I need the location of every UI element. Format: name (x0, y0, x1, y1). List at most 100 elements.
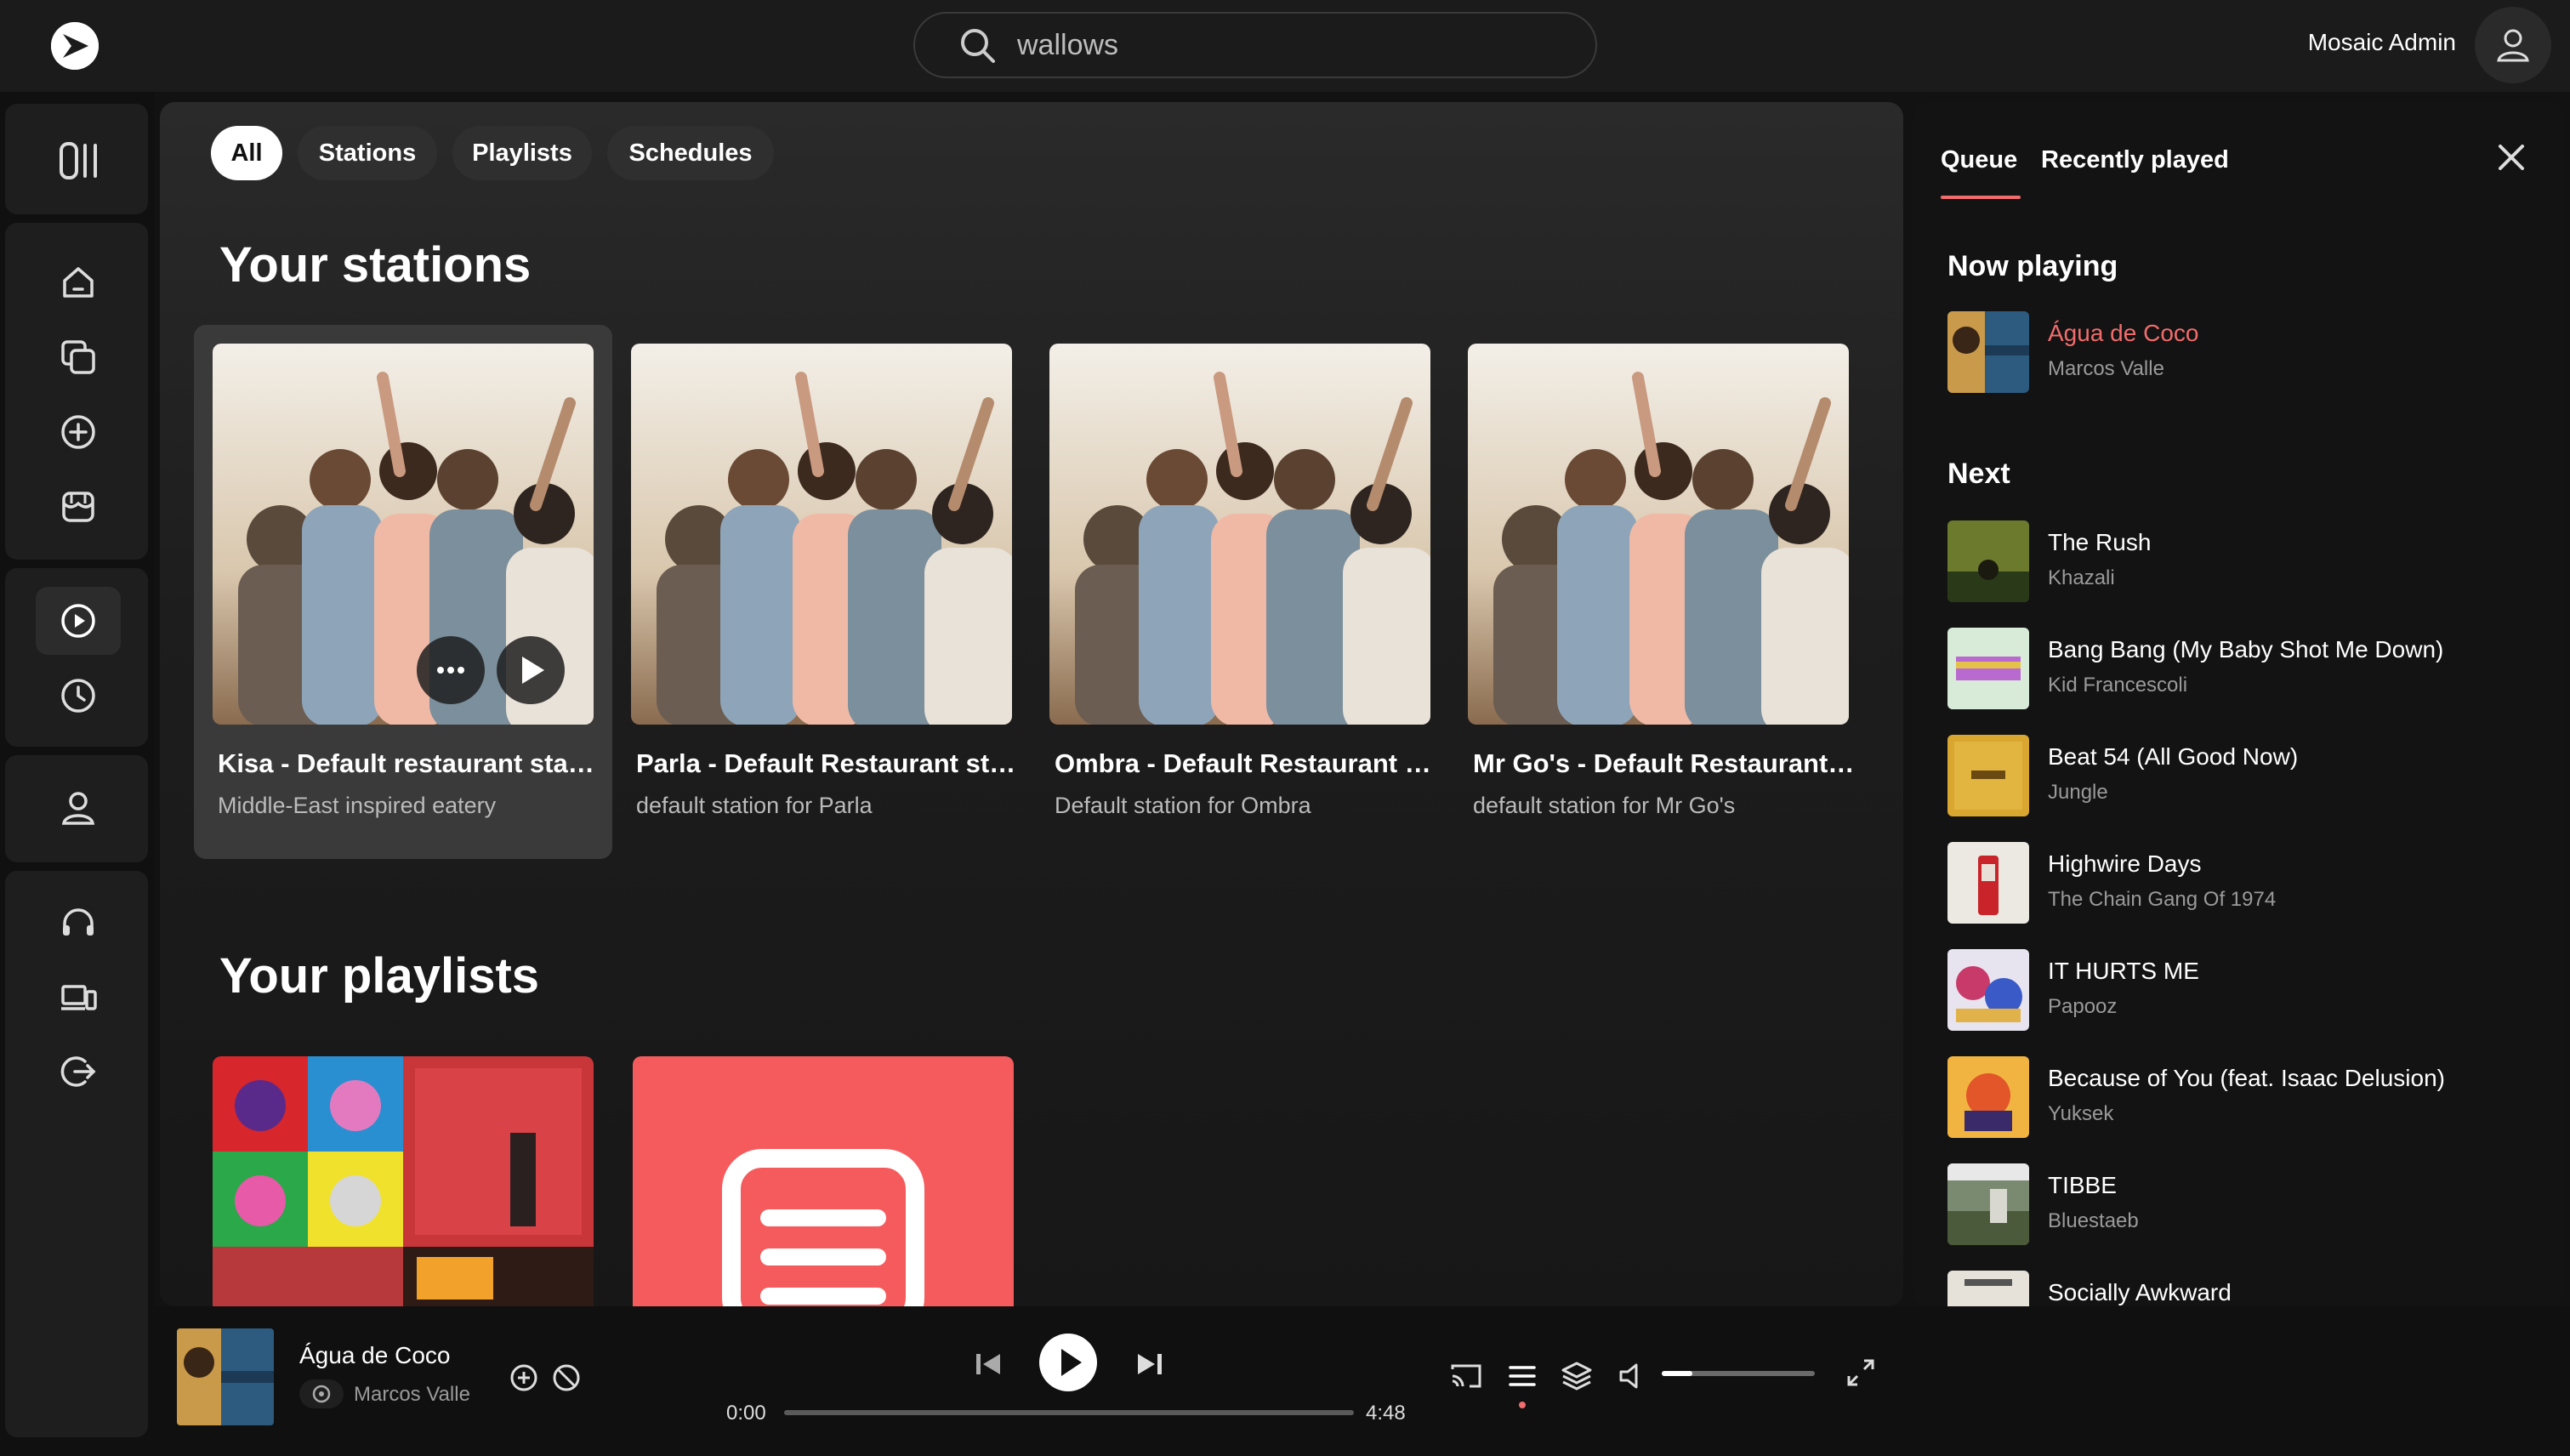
search-bar[interactable]: wallows (913, 12, 1597, 78)
previous-track-icon[interactable] (971, 1347, 1005, 1381)
sidebar-item-collections[interactable] (36, 323, 121, 391)
now-playing-item[interactable]: Água de Coco Marcos Valle (1947, 311, 2543, 395)
user-avatar-button[interactable] (2475, 7, 2551, 83)
playlist-card[interactable] (633, 1056, 1014, 1306)
cast-icon[interactable] (1449, 1359, 1483, 1393)
app-logo-icon[interactable] (51, 22, 99, 70)
station-description: Default station for Ombra (1055, 793, 1311, 818)
queue-item[interactable]: Highwire Days The Chain Gang Of 1974 (1947, 842, 2543, 925)
stations-section-title: Your stations (219, 237, 532, 293)
expand-icon[interactable] (1844, 1356, 1878, 1390)
block-icon[interactable] (551, 1362, 582, 1393)
player-bar: Água de Coco Marcos Valle 0:00 4:48 (155, 1306, 2570, 1456)
sidebar-group-account (5, 755, 148, 862)
tab-queue[interactable]: Queue (1941, 146, 2017, 174)
album-art (1947, 842, 2029, 924)
queue-item[interactable]: Because of You (feat. Isaac Delusion) Yu… (1947, 1056, 2543, 1140)
track-title: Socially Awkward (2048, 1279, 2232, 1305)
progress-bar[interactable] (784, 1410, 1354, 1415)
filter-chip-playlists[interactable]: Playlists (452, 126, 592, 180)
track-title: The Rush (2048, 529, 2152, 555)
play-pause-button[interactable] (1039, 1334, 1097, 1391)
search-input[interactable]: wallows (1017, 29, 1118, 62)
album-art (1947, 949, 2029, 1031)
station-play-button[interactable] (497, 636, 565, 704)
user-name: Mosaic Admin (2307, 29, 2456, 55)
player-track-title[interactable]: Água de Coco (299, 1342, 450, 1369)
sidebar-item-library[interactable] (36, 125, 121, 193)
top-bar: wallows Mosaic Admin (0, 0, 2570, 92)
search-icon (961, 29, 995, 63)
add-circle-icon (61, 415, 95, 449)
station-image (1049, 344, 1430, 725)
track-title: TIBBE (2048, 1172, 2117, 1198)
sidebar-item-history[interactable] (36, 662, 121, 730)
devices-icon (61, 985, 97, 1010)
now-playing-album-art[interactable] (177, 1328, 274, 1425)
track-artist: Marcos Valle (2048, 357, 2164, 380)
sidebar-item-now-playing[interactable] (36, 587, 121, 655)
library-icon (60, 142, 97, 179)
station-card[interactable]: Ombra - Default Restaurant station Defau… (1031, 325, 1449, 859)
station-card[interactable]: Kisa - Default restaurant station Middle… (194, 325, 612, 859)
volume-icon[interactable] (1616, 1359, 1650, 1393)
track-title: Highwire Days (2048, 850, 2202, 877)
album-art (1947, 1056, 2029, 1138)
station-name: Kisa - Default restaurant station (218, 748, 600, 778)
queue-item[interactable]: Beat 54 (All Good Now) Jungle (1947, 735, 2543, 818)
album-art (1947, 628, 2029, 709)
sidebar-item-add[interactable] (36, 398, 121, 466)
station-card[interactable]: Parla - Default Restaurant station defau… (612, 325, 1031, 859)
queue-icon[interactable] (1505, 1359, 1539, 1393)
playlist-card[interactable] (213, 1056, 594, 1306)
sidebar-item-devices[interactable] (36, 964, 121, 1032)
logout-icon (60, 1056, 96, 1087)
player-artist-name: Marcos Valle (354, 1383, 470, 1406)
more-options-icon (437, 667, 464, 674)
layers-icon[interactable] (1560, 1359, 1594, 1393)
queue-item[interactable]: Socially Awkward (1947, 1271, 2543, 1306)
track-title: Beat 54 (All Good Now) (2048, 743, 2299, 770)
station-description: default station for Mr Go's (1473, 793, 1736, 818)
playlists-section-title: Your playlists (219, 948, 540, 1004)
queue-item[interactable]: The Rush Khazali (1947, 520, 2543, 604)
queue-item[interactable]: TIBBE Bluestaeb (1947, 1163, 2543, 1247)
filter-chip-all[interactable]: All (211, 126, 282, 180)
sidebar-item-home[interactable] (36, 248, 121, 316)
album-art (1947, 311, 2029, 393)
station-image (1468, 344, 1849, 725)
album-art (1947, 735, 2029, 816)
sidebar-item-support[interactable] (36, 890, 121, 958)
user-icon (61, 792, 95, 825)
queue-item[interactable]: IT HURTS ME Papooz (1947, 949, 2543, 1032)
playlist-placeholder-icon (722, 1149, 924, 1306)
sidebar-item-store[interactable] (36, 473, 121, 541)
sidebar-item-logout[interactable] (36, 1038, 121, 1106)
user-icon (2497, 29, 2529, 62)
close-icon[interactable] (2492, 138, 2531, 177)
station-name: Parla - Default Restaurant station (636, 748, 1019, 778)
filter-chip-stations[interactable]: Stations (298, 126, 437, 180)
now-playing-heading: Now playing (1947, 250, 2118, 282)
queue-panel: Queue Recently played Now playing Água d… (1913, 102, 2565, 1306)
tab-recently-played[interactable]: Recently played (2041, 146, 2229, 174)
store-icon (62, 492, 94, 522)
add-to-playlist-icon[interactable] (509, 1362, 539, 1393)
volume-slider[interactable] (1662, 1371, 1815, 1376)
active-tab-indicator (1941, 196, 2021, 199)
track-artist: Jungle (2048, 781, 2108, 804)
play-icon (522, 657, 544, 684)
collections-icon (61, 340, 95, 374)
station-more-button[interactable] (417, 636, 485, 704)
queue-item[interactable]: Bang Bang (My Baby Shot Me Down) Kid Fra… (1947, 628, 2543, 711)
filter-chip-schedules[interactable]: Schedules (607, 126, 774, 180)
station-card[interactable]: Mr Go's - Default Restaurant station def… (1449, 325, 1868, 859)
station-description: Middle-East inspired eatery (218, 793, 497, 818)
play-circle-icon (61, 604, 95, 638)
main-content: All Stations Playlists Schedules Your st… (160, 102, 1903, 1306)
sidebar-item-account[interactable] (36, 774, 121, 842)
track-title: Bang Bang (My Baby Shot Me Down) (2048, 636, 2444, 663)
station-name: Ombra - Default Restaurant station (1055, 748, 1437, 778)
next-track-icon[interactable] (1133, 1347, 1167, 1381)
headset-icon (63, 908, 94, 936)
